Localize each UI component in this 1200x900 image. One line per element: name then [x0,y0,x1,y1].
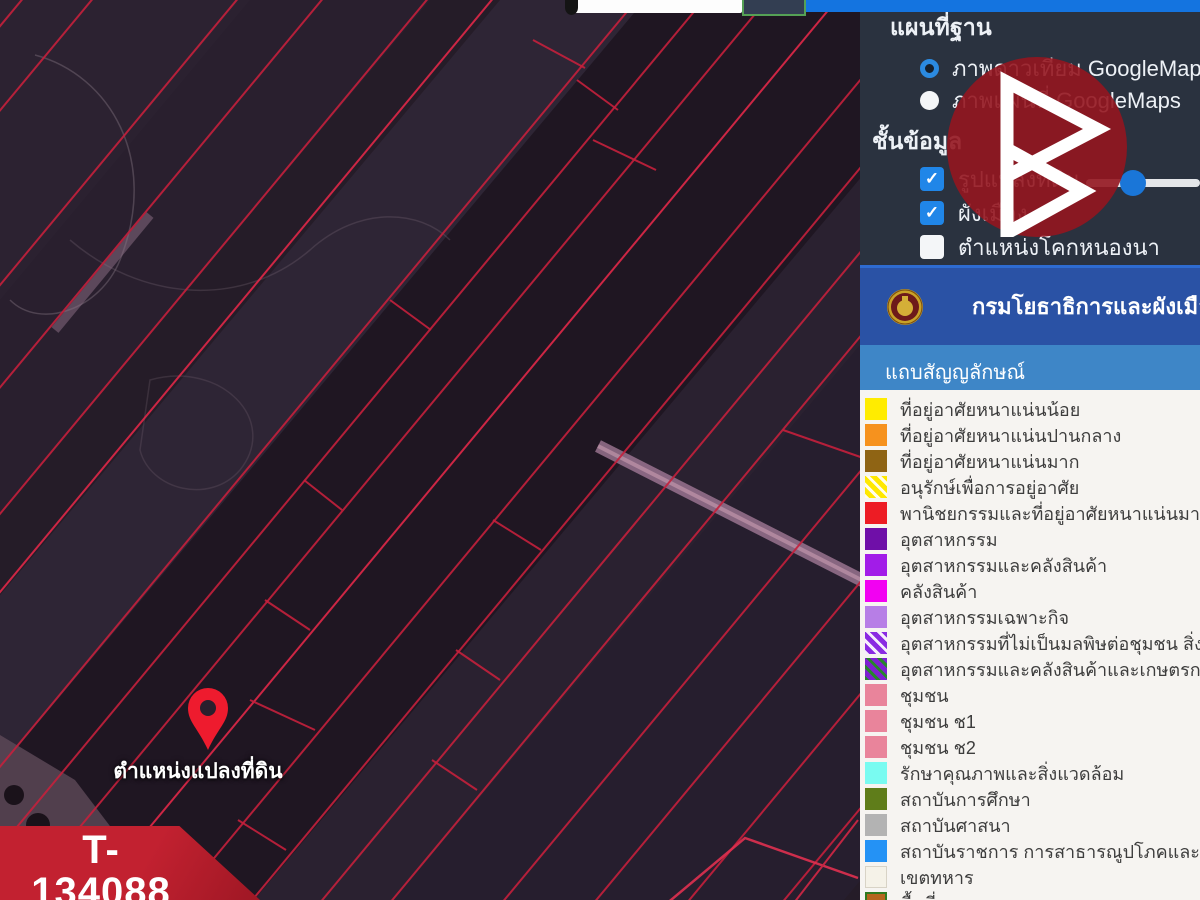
legend-item-label: ชุมชน ช1 [900,707,976,736]
property-code: T-134088 [20,829,182,900]
legend-swatch [865,788,887,810]
legend-swatch [865,554,887,576]
legend-swatch [865,658,887,680]
legend-swatch [865,866,887,888]
legend-swatch [865,710,887,732]
legend-item-label: อุตสาหกรรมและคลังสินค้าและเกษตรกรรม [900,655,1200,684]
legend-item: เขตทหาร [865,864,1200,890]
legend-item: อุตสาหกรรมและคลังสินค้า [865,552,1200,578]
legend-item: ชุมชน ช1 [865,708,1200,734]
legend-swatch [865,684,887,706]
legend-list: ที่อยู่อาศัยหนาแน่นน้อยที่อยู่อาศัยหนาแน… [860,390,1200,900]
radio-icon[interactable] [920,91,939,110]
search-marker-icon [565,0,578,15]
legend-item-label: อุตสาหกรรมที่ไม่เป็นมลพิษต่อชุมชน สิ่งแว… [900,629,1200,658]
legend-item-label: อุตสาหกรรมและคลังสินค้า [900,551,1107,580]
legend-item-label: ที่อยู่อาศัยหนาแน่นมาก [900,447,1079,476]
checkbox-icon[interactable] [920,235,944,259]
agency-header: กรมโยธาธิการและผังเมืองร่ว [860,265,1200,345]
brand-b-icon [947,57,1127,237]
checkbox-icon[interactable]: ✓ [920,201,944,225]
basemap-section-title: แผนที่ฐาน [890,10,1200,46]
legend-item: สถาบันการศึกษา [865,786,1200,812]
legend-item: พานิชยกรรมและที่อยู่อาศัยหนาแน่นมาก [865,500,1200,526]
legend-swatch [865,528,887,550]
agency-title: กรมโยธาธิการและผังเมืองร่ว [972,289,1200,324]
legend-item-label: อุตสาหกรรม [900,525,998,554]
legend-item-label: พานิชยกรรมและที่อยู่อาศัยหนาแน่นมาก [900,499,1200,528]
legend-swatch [865,892,887,900]
legend-item-label: พื้นที่เกษตรกรรม [900,889,1028,900]
legend-item: สถาบันราชการ การสาธารณูปโภคและสาธาร [865,838,1200,864]
legend-swatch [865,840,887,862]
legend-swatch [865,606,887,628]
legend-item-label: เขตทหาร [900,863,974,892]
legend-swatch [865,424,887,446]
legend-item: ที่อยู่อาศัยหนาแน่นปานกลาง [865,422,1200,448]
legend-swatch [865,398,887,420]
radio-icon[interactable] [920,59,939,78]
legend-item: ที่อยู่อาศัยหนาแน่นน้อย [865,396,1200,422]
legend-item-label: อุตสาหกรรมเฉพาะกิจ [900,603,1069,632]
top-blue-bar [806,0,1200,12]
legend-item-label: รักษาคุณภาพและสิ่งแวดล้อม [900,759,1124,788]
checkbox-icon[interactable]: ✓ [920,167,944,191]
legend-item: พื้นที่เกษตรกรรม [865,890,1200,900]
legend-item-label: ที่อยู่อาศัยหนาแน่นน้อย [900,395,1080,424]
brand-logo [947,57,1127,237]
legend-item-label: ชุมชน [900,681,949,710]
legend-item: คลังสินค้า [865,578,1200,604]
legend-item-label: ชุมชน ช2 [900,733,976,762]
legend-item: อุตสาหกรรมที่ไม่เป็นมลพิษต่อชุมชน สิ่งแว… [865,630,1200,656]
app-window: ตำแหน่งแปลงที่ดิน แผนที่ฐาน ภาพดาวเทียม … [0,0,1200,900]
property-marker[interactable] [178,678,238,754]
location-pin-icon [178,678,238,754]
legend-item: รักษาคุณภาพและสิ่งแวดล้อม [865,760,1200,786]
legend-item-label: สถาบันศาสนา [900,811,1011,840]
legend-item-label: คลังสินค้า [900,577,977,606]
legend-item-label: อนุรักษ์เพื่อการอยู่อาศัย [900,473,1079,502]
agency-seal-icon [886,288,924,326]
legend-swatch [865,580,887,602]
legend-swatch [865,502,887,524]
legend-item: อุตสาหกรรม [865,526,1200,552]
legend-item: ชุมชน [865,682,1200,708]
search-input[interactable] [574,0,742,13]
legend-item-label: สถาบันราชการ การสาธารณูปโภคและสาธาร [900,837,1200,866]
legend-swatch [865,762,887,784]
legend-swatch [865,476,887,498]
legend-item: อุตสาหกรรมเฉพาะกิจ [865,604,1200,630]
legend-item: สถาบันศาสนา [865,812,1200,838]
legend-item: ชุมชน ช2 [865,734,1200,760]
legend-swatch [865,632,887,654]
legend-item: ที่อยู่อาศัยหนาแน่นมาก [865,448,1200,474]
legend-item-label: ที่อยู่อาศัยหนาแน่นปานกลาง [900,421,1121,450]
legend-title: แถบสัญญลักษณ์ [860,345,1200,390]
legend-swatch [865,450,887,472]
map-tool-button[interactable] [742,0,806,16]
legend-item-label: สถาบันการศึกษา [900,785,1031,814]
legend-swatch [865,814,887,836]
legend-item: อนุรักษ์เพื่อการอยู่อาศัย [865,474,1200,500]
marker-label: ตำแหน่งแปลงที่ดิน [88,755,308,788]
legend-swatch [865,736,887,758]
legend-item: อุตสาหกรรมและคลังสินค้าและเกษตรกรรม [865,656,1200,682]
